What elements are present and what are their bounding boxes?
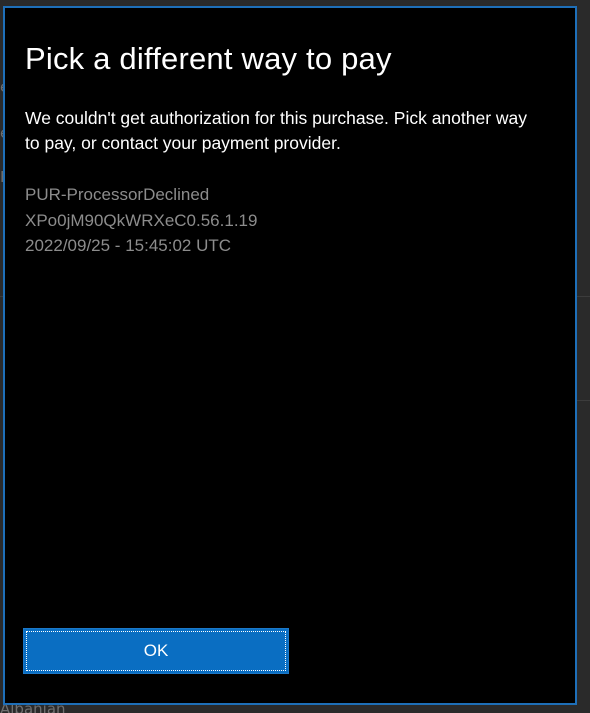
dialog-message: We couldn't get authorization for this p… xyxy=(25,108,528,153)
error-details: PUR-ProcessorDeclined XPo0jM90QkWRXeC0.5… xyxy=(25,182,257,259)
background-divider xyxy=(575,400,590,401)
dialog-title: Pick a different way to pay xyxy=(25,41,392,76)
error-timestamp: 2022/09/25 - 15:45:02 UTC xyxy=(25,236,232,255)
correlation-id: XPo0jM90QkWRXeC0.56.1.19 xyxy=(25,210,258,230)
error-code: PUR-ProcessorDeclined xyxy=(25,185,210,204)
ok-button[interactable]: OK xyxy=(23,628,289,674)
payment-declined-dialog: Pick a different way to pay We couldn't … xyxy=(3,6,577,705)
